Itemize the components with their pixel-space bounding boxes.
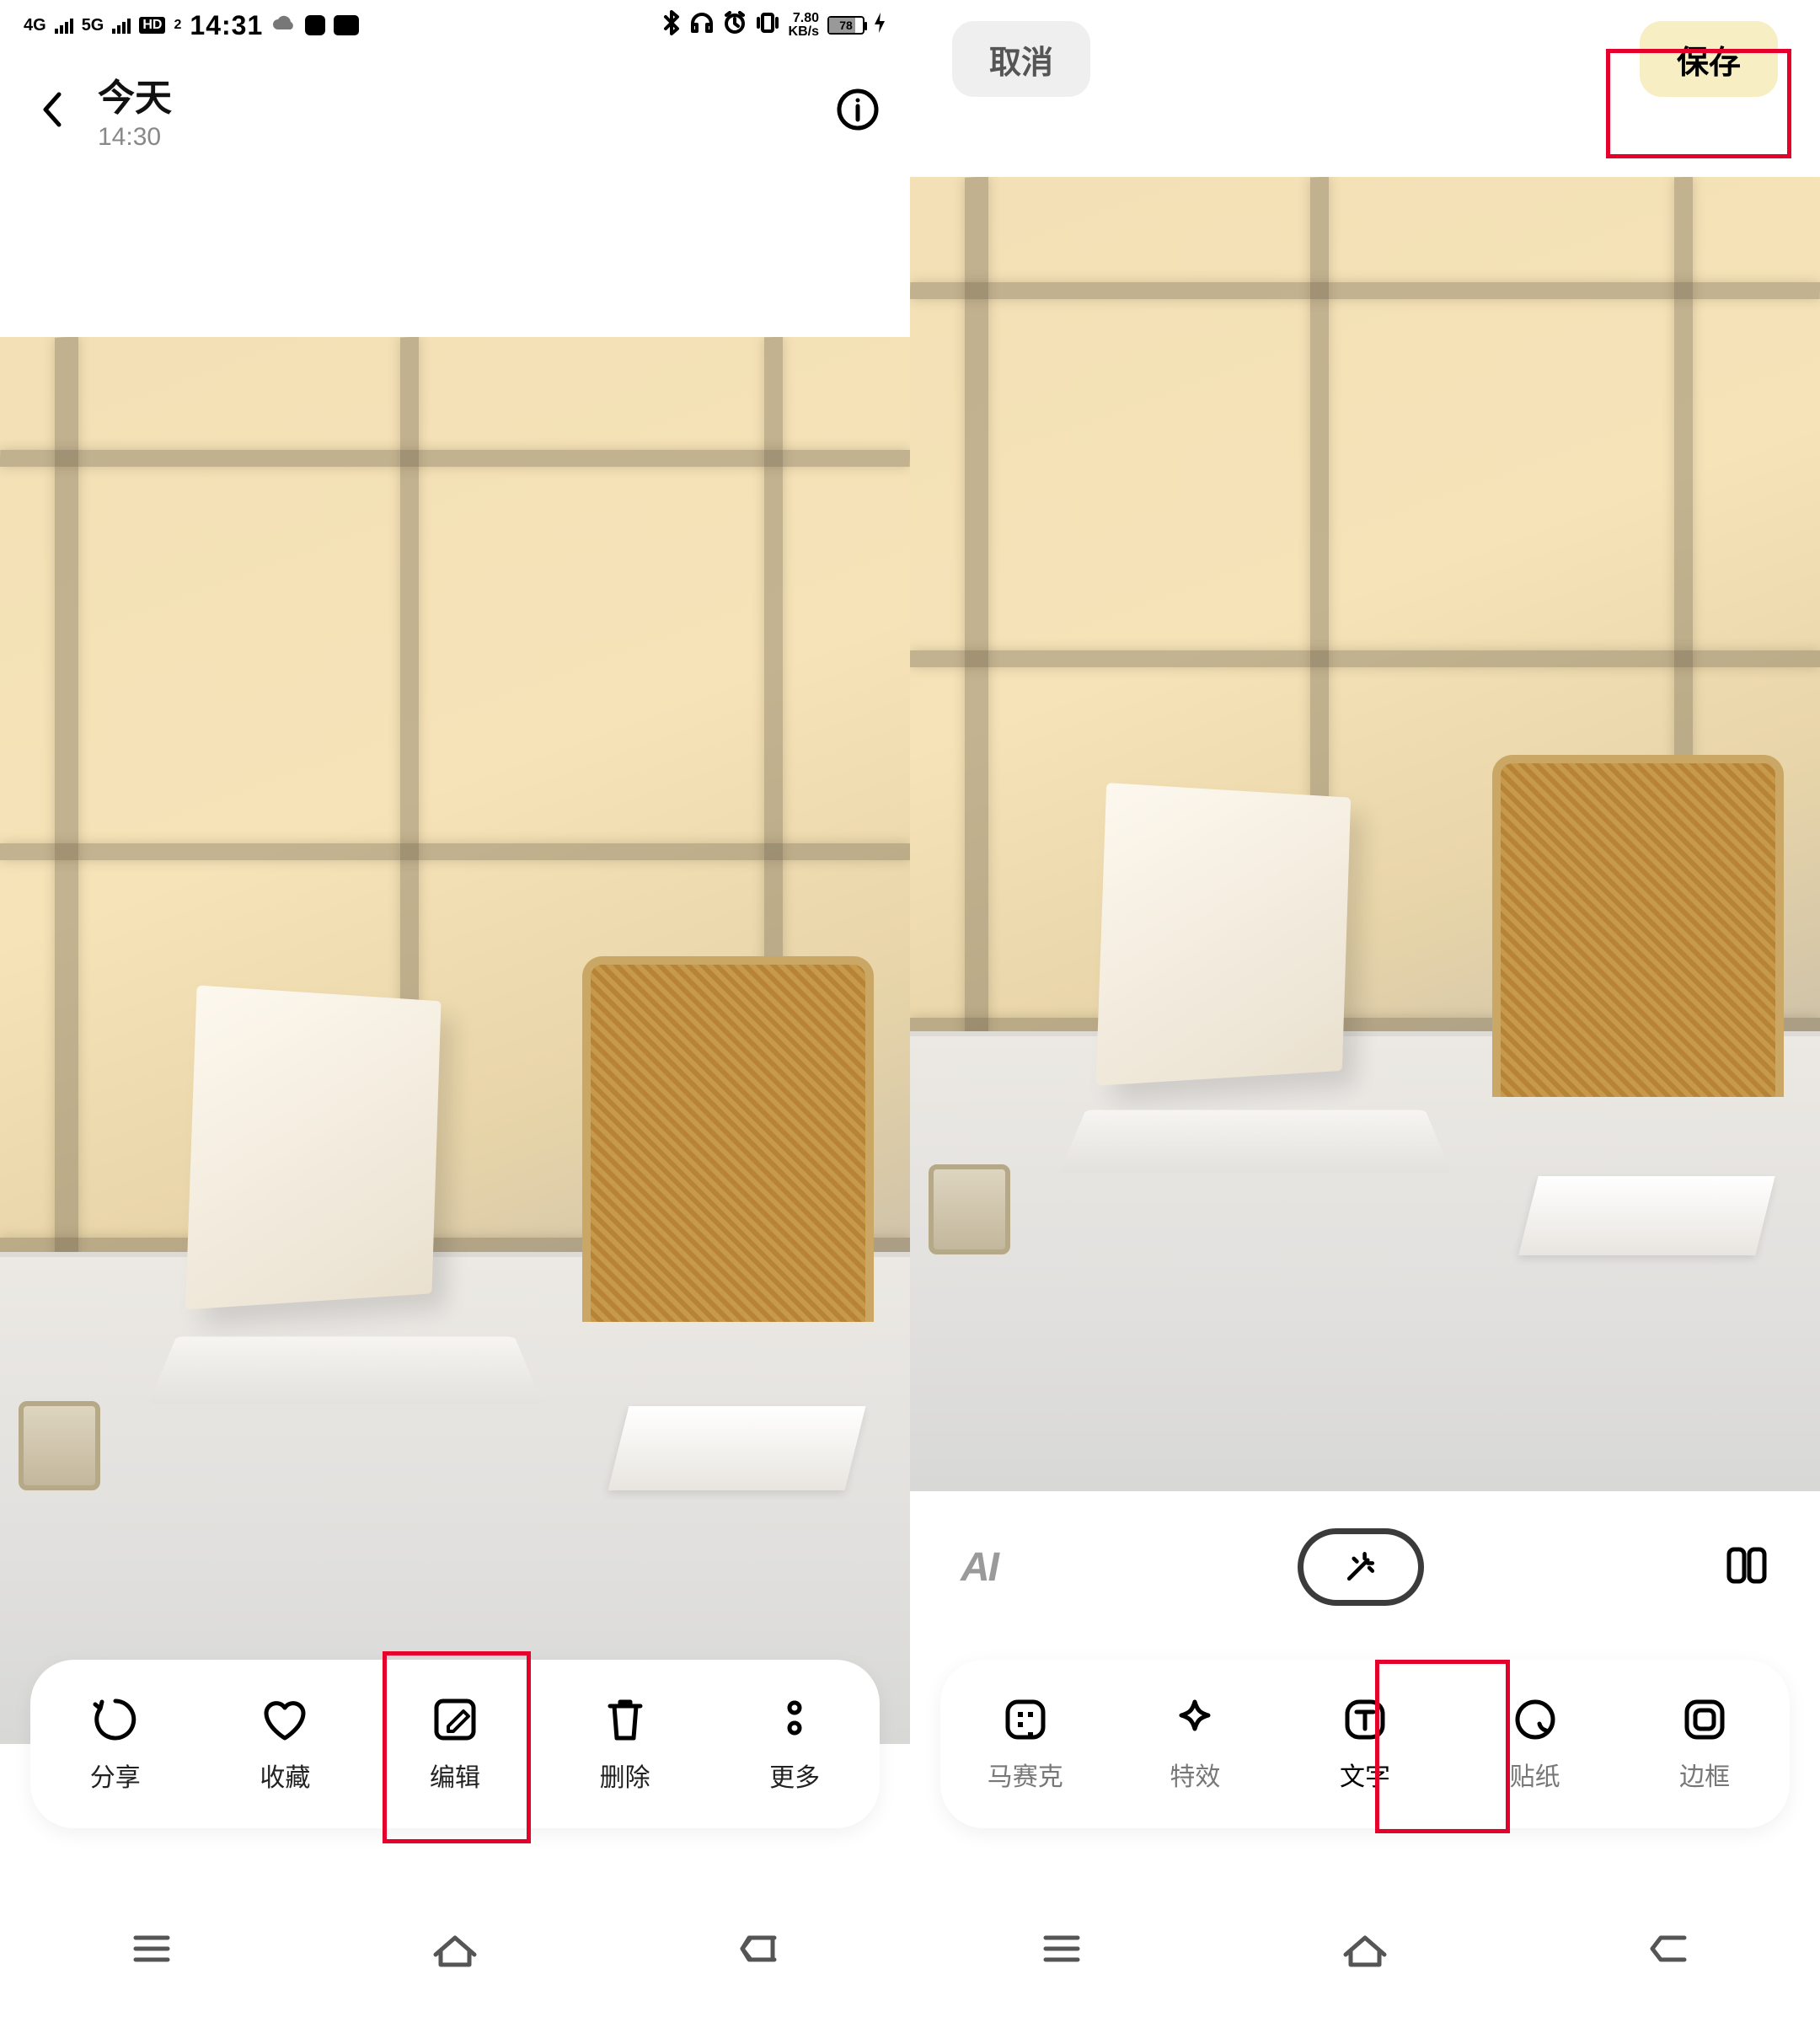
- more-button[interactable]: 更多: [731, 1694, 858, 1794]
- bluetooth-icon: [662, 10, 681, 41]
- trash-icon: [600, 1694, 650, 1745]
- delete-button[interactable]: 删除: [562, 1694, 688, 1794]
- photo-image: [0, 337, 910, 1744]
- more-icon: [769, 1694, 820, 1745]
- system-nav-bar: [910, 1879, 1820, 2022]
- editor-top-bar: 取消 保存: [910, 0, 1820, 118]
- editor-canvas[interactable]: [910, 177, 1820, 1491]
- photo-action-bar: 分享 收藏 编辑 删除 更多: [30, 1660, 880, 1828]
- battery-icon: 78: [827, 16, 864, 35]
- net-speed: 7.80 KB/s: [789, 12, 819, 39]
- mosaic-icon: [1001, 1695, 1050, 1744]
- nav-recent-button[interactable]: [126, 1923, 178, 1979]
- alarm-icon: [723, 11, 747, 40]
- right-screen: 取消 保存 AI: [910, 0, 1820, 2022]
- signal-bars-icon: [112, 17, 131, 34]
- compare-button[interactable]: [1724, 1543, 1769, 1592]
- cancel-button[interactable]: 取消: [952, 21, 1090, 97]
- auto-enhance-button[interactable]: [1298, 1528, 1424, 1606]
- sticker-icon: [1511, 1695, 1560, 1744]
- left-screen: 4G 5G HD 2 14:31 7.80 KB: [0, 0, 910, 2022]
- header-title: 今天: [98, 67, 812, 121]
- sparkle-icon: [1170, 1695, 1219, 1744]
- share-icon: [90, 1694, 141, 1745]
- compare-icon: [1724, 1543, 1769, 1588]
- photo-detail-header: 今天 14:30: [0, 51, 910, 168]
- favorite-button[interactable]: 收藏: [222, 1694, 348, 1794]
- vibrate-icon: [755, 12, 780, 40]
- editor-quick-row: AI: [910, 1516, 1820, 1618]
- text-icon: [1341, 1695, 1389, 1744]
- frame-icon: [1680, 1695, 1729, 1744]
- frame-tool-button[interactable]: 边框: [1637, 1695, 1772, 1793]
- back-button[interactable]: [30, 88, 74, 131]
- charging-icon: [873, 12, 886, 40]
- cloud-icon: [271, 13, 297, 39]
- nav-home-button[interactable]: [429, 1923, 481, 1979]
- nav-home-button[interactable]: [1339, 1923, 1391, 1979]
- photo-viewport[interactable]: [0, 337, 910, 1744]
- nav-recent-button[interactable]: [1036, 1923, 1088, 1979]
- photo-image: [910, 177, 1820, 1491]
- nav-back-button[interactable]: [732, 1923, 784, 1979]
- net-5g-label: 5G: [82, 16, 104, 35]
- header-subtitle: 14:30: [98, 123, 812, 152]
- info-button[interactable]: [836, 88, 880, 131]
- heart-icon: [260, 1694, 310, 1745]
- save-button[interactable]: 保存: [1640, 21, 1778, 97]
- net-4g-label: 4G: [24, 16, 46, 35]
- hd-badge: HD: [139, 17, 165, 34]
- edit-button[interactable]: 编辑: [392, 1694, 518, 1794]
- mail-badge-icon: [334, 15, 359, 35]
- ai-button[interactable]: AI: [961, 1544, 998, 1591]
- magic-wand-icon: [1341, 1548, 1380, 1586]
- text-tool-button[interactable]: 文字: [1298, 1695, 1432, 1793]
- effect-tool-button[interactable]: 特效: [1127, 1695, 1262, 1793]
- hd-index: 2: [174, 18, 181, 33]
- nav-back-button[interactable]: [1642, 1923, 1694, 1979]
- app-badge-icon: [305, 15, 325, 35]
- mosaic-tool-button[interactable]: 马赛克: [958, 1695, 1093, 1793]
- system-nav-bar: [0, 1879, 910, 2022]
- status-bar: 4G 5G HD 2 14:31 7.80 KB: [0, 0, 910, 51]
- sticker-tool-button[interactable]: 贴纸: [1468, 1695, 1603, 1793]
- signal-bars-icon: [55, 17, 73, 34]
- edit-icon: [430, 1694, 480, 1745]
- share-button[interactable]: 分享: [52, 1694, 179, 1794]
- status-time: 14:31: [190, 10, 263, 41]
- headphones-icon: [689, 11, 715, 40]
- editor-tool-bar: 马赛克 特效 文字 贴纸 边框: [940, 1660, 1790, 1828]
